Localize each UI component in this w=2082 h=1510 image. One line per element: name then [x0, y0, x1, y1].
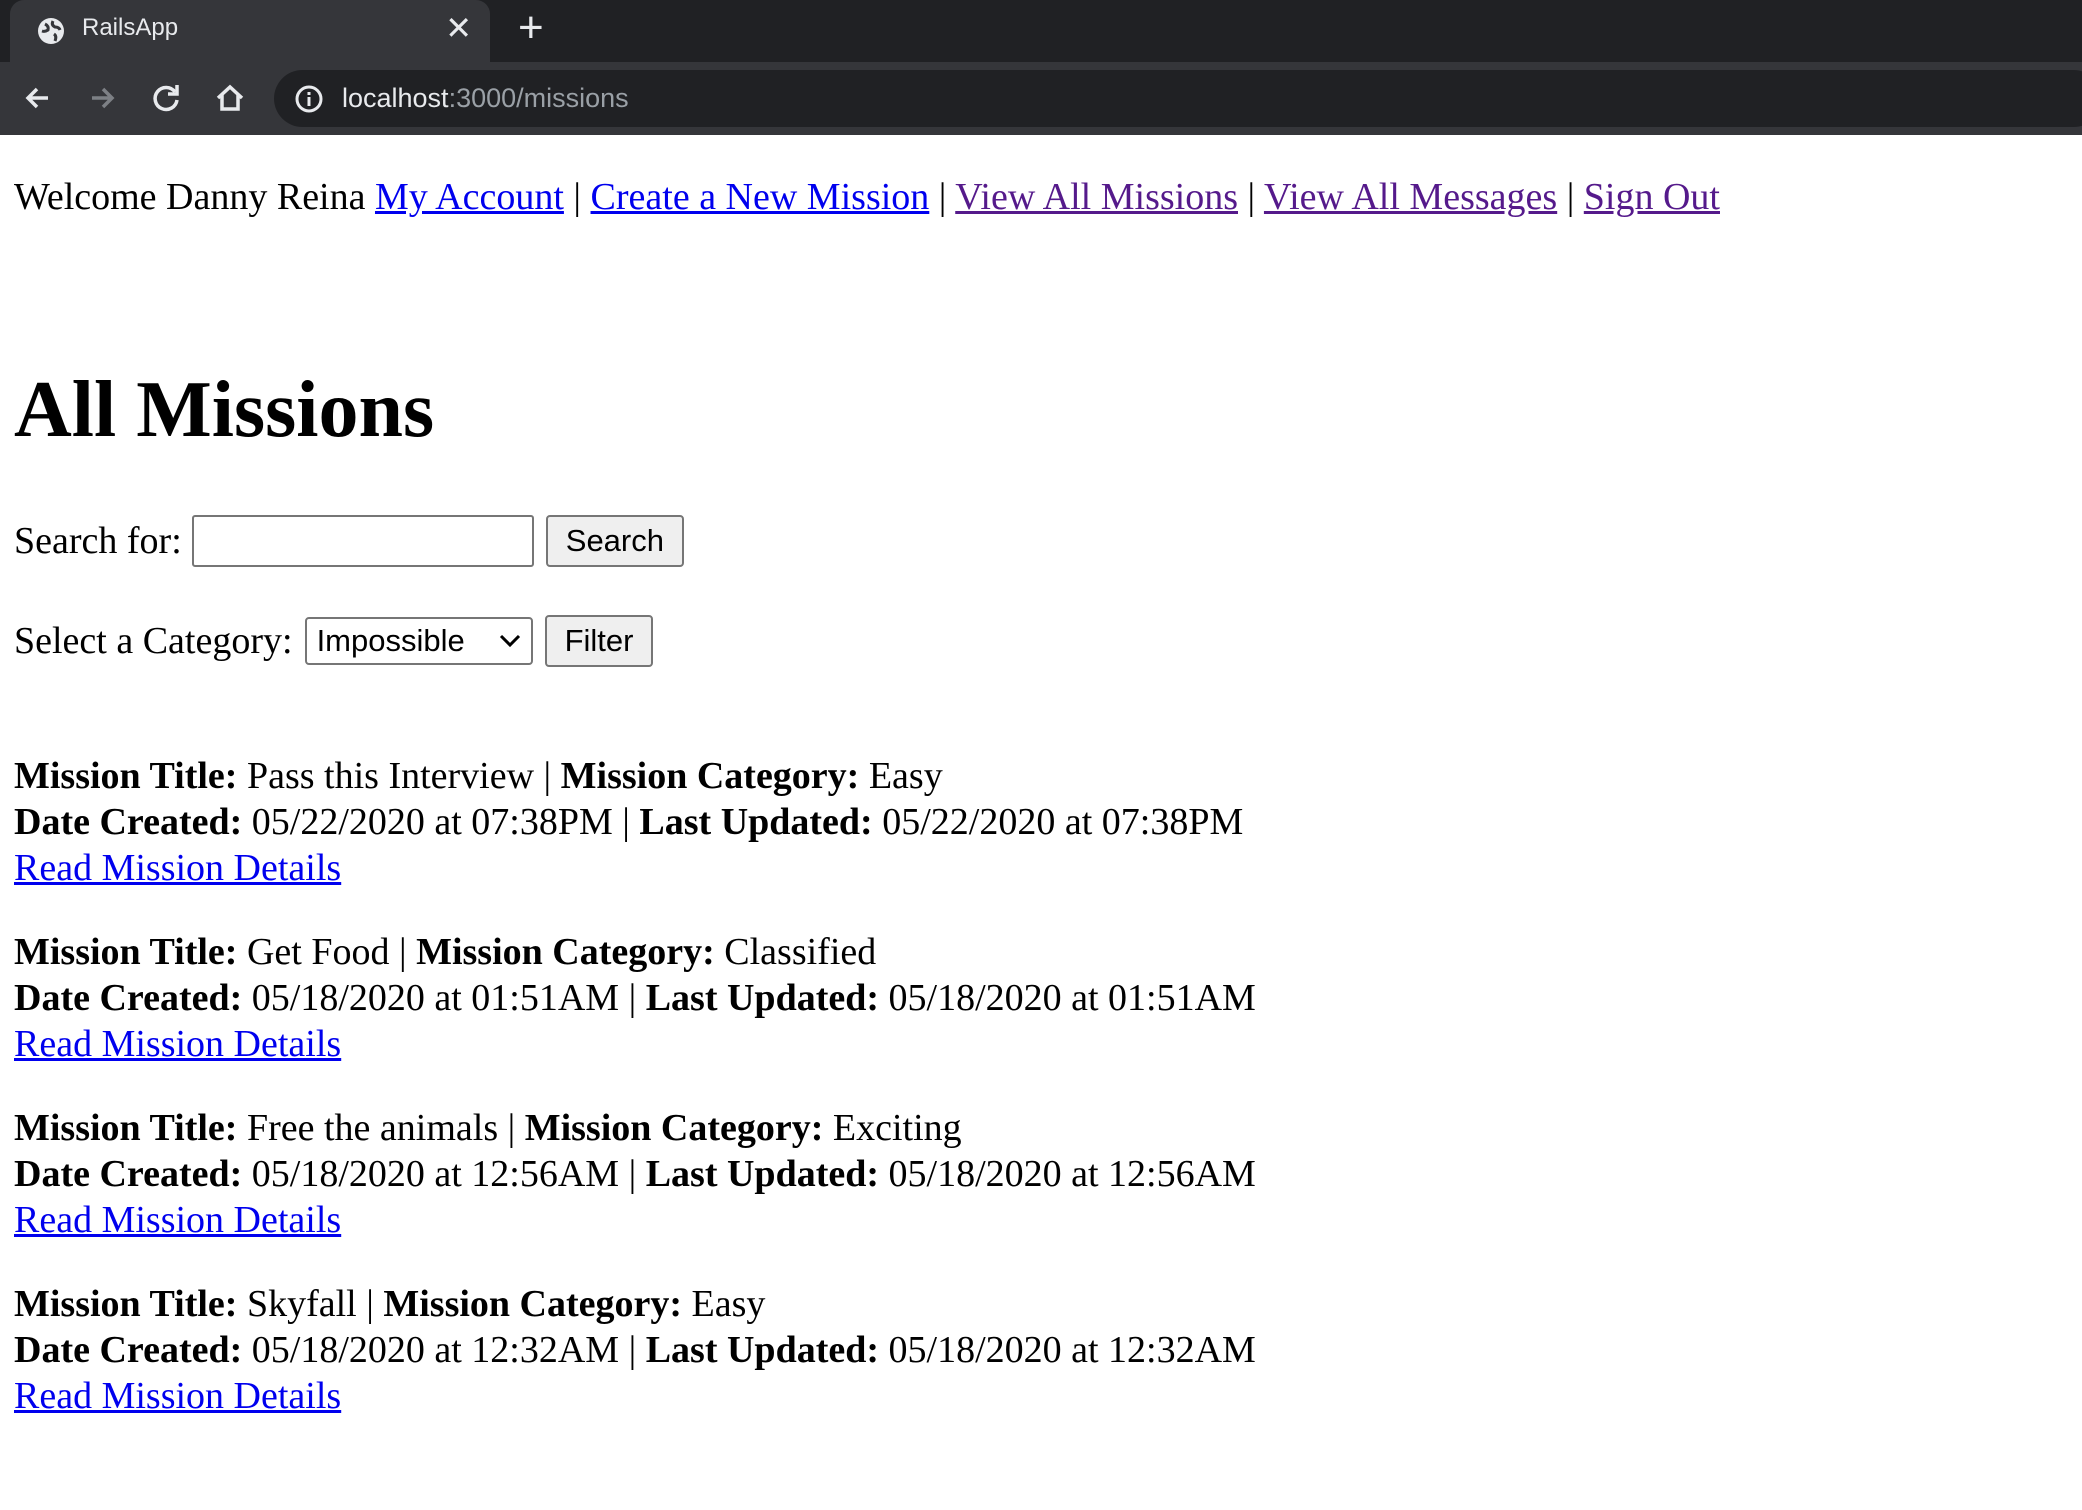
- search-button[interactable]: Search: [545, 515, 684, 567]
- last-updated-label: Last Updated:: [645, 1153, 880, 1195]
- search-label: Search for:: [14, 520, 182, 562]
- separator: |: [628, 977, 637, 1019]
- url-text: localhost:3000/missions: [342, 83, 629, 114]
- mission-title-line: Mission Title: Free the animals | Missio…: [14, 1105, 1256, 1151]
- mission-category: Classified: [724, 931, 877, 973]
- date-created-label: Date Created:: [14, 977, 243, 1019]
- nav-separator: |: [1566, 176, 1575, 218]
- info-icon[interactable]: [294, 84, 324, 114]
- separator: |: [622, 801, 630, 843]
- read-mission-details-link[interactable]: Read Mission Details: [14, 847, 341, 889]
- date-created: 05/18/2020 at 12:32AM: [251, 1329, 620, 1371]
- category-filter-form: Select a Category: Impossible Filter: [14, 615, 654, 667]
- mission-title-line: Mission Title: Pass this Interview | Mis…: [14, 753, 1256, 799]
- mission-title: Free the animals: [246, 1107, 499, 1149]
- new-tab-button[interactable]: +: [518, 4, 544, 52]
- url-path: :3000/missions: [448, 83, 629, 113]
- mission-item: Mission Title: Skyfall | Mission Categor…: [14, 1281, 1256, 1419]
- mission-category: Exciting: [832, 1107, 962, 1149]
- search-form: Search for: Search: [14, 515, 684, 567]
- nav-separator: |: [573, 176, 582, 218]
- category-label: Select a Category:: [14, 620, 293, 662]
- nav-separator: |: [938, 176, 947, 218]
- mission-title-label: Mission Title:: [14, 755, 238, 797]
- back-arrow-icon[interactable]: [18, 78, 58, 118]
- last-updated-label: Last Updated:: [639, 801, 873, 843]
- read-mission-details-link[interactable]: Read Mission Details: [14, 1023, 341, 1065]
- read-mission-details-link[interactable]: Read Mission Details: [14, 1199, 341, 1241]
- tab-strip: RailsApp ✕ +: [0, 0, 2082, 62]
- mission-title: Skyfall: [246, 1283, 357, 1325]
- browser-toolbar: localhost:3000/missions: [0, 62, 2082, 135]
- separator: |: [398, 931, 407, 973]
- view-all-messages-link[interactable]: View All Messages: [1264, 176, 1557, 218]
- last-updated: 05/22/2020 at 07:38PM: [882, 801, 1244, 843]
- mission-dates-line: Date Created: 05/18/2020 at 12:32AM | La…: [14, 1327, 1256, 1373]
- mission-category-label: Mission Category:: [416, 931, 715, 973]
- reload-icon[interactable]: [146, 78, 186, 118]
- mission-title-label: Mission Title:: [14, 931, 238, 973]
- separator: |: [628, 1329, 637, 1371]
- date-created: 05/18/2020 at 12:56AM: [251, 1153, 620, 1195]
- mission-category: Easy: [691, 1283, 766, 1325]
- date-created-label: Date Created:: [14, 801, 243, 843]
- forward-arrow-icon[interactable]: [82, 78, 122, 118]
- last-updated-label: Last Updated:: [645, 977, 880, 1019]
- search-input[interactable]: [191, 515, 534, 567]
- browser-chrome: RailsApp ✕ + localhost:3000/missions: [0, 0, 2082, 135]
- my-account-link[interactable]: My Account: [375, 176, 564, 218]
- separator: |: [507, 1107, 516, 1149]
- separator: |: [366, 1283, 374, 1325]
- tab-title: RailsApp: [82, 14, 179, 41]
- tab-close-button[interactable]: ✕: [445, 10, 472, 46]
- home-icon[interactable]: [210, 78, 250, 118]
- mission-category: Easy: [868, 755, 943, 797]
- top-navigation: Welcome Danny Reina My Account | Create …: [14, 175, 1720, 219]
- date-created-label: Date Created:: [14, 1329, 243, 1371]
- globe-icon: [38, 18, 64, 44]
- mission-item: Mission Title: Get Food | Mission Catego…: [14, 929, 1256, 1067]
- mission-title-line: Mission Title: Get Food | Mission Catego…: [14, 929, 1256, 975]
- mission-dates-line: Date Created: 05/22/2020 at 07:38PM | La…: [14, 799, 1256, 845]
- mission-title-label: Mission Title:: [14, 1107, 238, 1149]
- separator: |: [543, 755, 552, 797]
- browser-tab[interactable]: RailsApp ✕: [10, 0, 490, 62]
- date-created-label: Date Created:: [14, 1153, 243, 1195]
- mission-title-line: Mission Title: Skyfall | Mission Categor…: [14, 1281, 1256, 1327]
- mission-category-label: Mission Category:: [524, 1107, 824, 1149]
- read-mission-details-link[interactable]: Read Mission Details: [14, 1375, 341, 1417]
- mission-item: Mission Title: Pass this Interview | Mis…: [14, 753, 1256, 891]
- date-created: 05/22/2020 at 07:38PM: [251, 801, 613, 843]
- page-title: All Missions: [14, 366, 435, 454]
- mission-dates-line: Date Created: 05/18/2020 at 01:51AM | La…: [14, 975, 1256, 1021]
- address-bar[interactable]: localhost:3000/missions: [274, 70, 2082, 127]
- url-host: localhost: [342, 83, 449, 113]
- mission-title-label: Mission Title:: [14, 1283, 238, 1325]
- sign-out-link[interactable]: Sign Out: [1584, 176, 1720, 218]
- welcome-text: Welcome Danny Reina: [14, 176, 366, 218]
- mission-title: Get Food: [246, 931, 390, 973]
- separator: |: [628, 1153, 637, 1195]
- mission-dates-line: Date Created: 05/18/2020 at 12:56AM | La…: [14, 1151, 1256, 1197]
- filter-button[interactable]: Filter: [544, 615, 654, 667]
- mission-list: Mission Title: Pass this Interview | Mis…: [14, 753, 1256, 1457]
- mission-category-label: Mission Category:: [383, 1283, 683, 1325]
- last-updated: 05/18/2020 at 12:32AM: [888, 1329, 1256, 1371]
- chevron-down-icon: [499, 634, 520, 648]
- last-updated-label: Last Updated:: [645, 1329, 880, 1371]
- last-updated: 05/18/2020 at 12:56AM: [888, 1153, 1256, 1195]
- nav-separator: |: [1247, 176, 1256, 218]
- view-all-missions-link[interactable]: View All Missions: [955, 176, 1238, 218]
- last-updated: 05/18/2020 at 01:51AM: [888, 977, 1256, 1019]
- category-select[interactable]: Impossible: [304, 617, 533, 665]
- create-mission-link[interactable]: Create a New Mission: [591, 176, 930, 218]
- mission-item: Mission Title: Free the animals | Missio…: [14, 1105, 1256, 1243]
- date-created: 05/18/2020 at 01:51AM: [251, 977, 620, 1019]
- mission-category-label: Mission Category:: [560, 755, 860, 797]
- category-selected-value: Impossible: [316, 623, 465, 658]
- mission-title: Pass this Interview: [246, 755, 535, 797]
